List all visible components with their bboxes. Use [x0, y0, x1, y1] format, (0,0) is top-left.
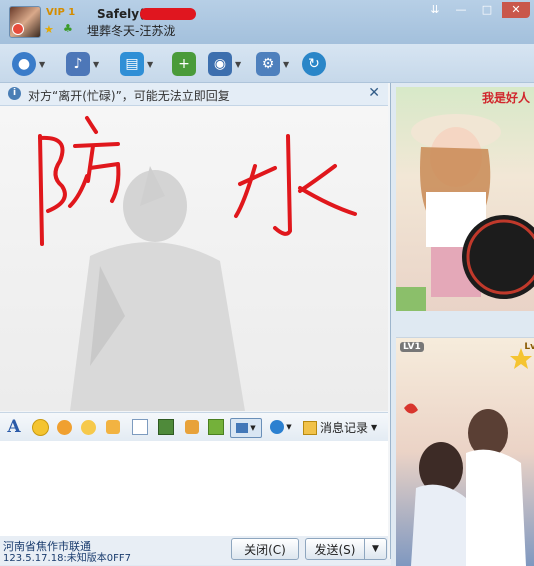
- app-icon: ⚙: [256, 52, 280, 76]
- close-chat-button[interactable]: 关闭(C): [231, 538, 299, 560]
- chevron-down-icon: ▼: [371, 423, 378, 432]
- ad-banner-top[interactable]: 我是好人: [396, 87, 534, 311]
- contact-nickname: Safely(: [97, 7, 145, 21]
- voice-call-button[interactable]: ♪ ▼: [66, 51, 99, 77]
- send-button[interactable]: 发送(S): [305, 538, 365, 560]
- message-area[interactable]: [0, 106, 388, 411]
- emoji-icon[interactable]: [31, 418, 49, 436]
- magic-emoji-icon[interactable]: [55, 418, 73, 436]
- shake-icon[interactable]: [79, 418, 97, 436]
- collapse-button[interactable]: ⇊: [424, 2, 446, 18]
- chevron-down-icon[interactable]: ▼: [147, 60, 153, 69]
- video-call-icon: ●: [12, 52, 36, 76]
- create-group-button[interactable]: +: [172, 51, 196, 77]
- chat-window: VIP 1 ★ Safely( ♣ 埋葬冬天-汪苏泷 ⇊ — □ ✕ ● ▼ ♪…: [0, 0, 534, 566]
- share-button[interactable]: ↻: [302, 51, 326, 77]
- microphone-icon: ♪: [66, 52, 90, 76]
- screenshot-button[interactable]: ▼: [230, 418, 262, 438]
- message-input[interactable]: [0, 441, 388, 536]
- away-notice-text: 对方“离开(忙碌)”，可能无法立即回复: [28, 89, 230, 103]
- font-button[interactable]: A: [5, 417, 23, 437]
- doodle-icon[interactable]: [131, 418, 149, 436]
- contact-signature: 埋葬冬天-汪苏泷: [87, 24, 176, 38]
- add-icon: +: [172, 52, 196, 76]
- client-version: 123.5.17.18:未知版本0FF7: [3, 553, 132, 564]
- ad-photo-top: [396, 114, 534, 311]
- sogou-icon: [270, 420, 285, 434]
- send-options-button[interactable]: ▼: [364, 538, 387, 560]
- chevron-down-icon[interactable]: ▼: [93, 60, 99, 69]
- toolbar: ● ▼ ♪ ▼ ▤ ▼ + ◉ ▼ ⚙ ▼ ↻: [0, 44, 534, 83]
- level-star-badge: Lv: [524, 342, 534, 352]
- ad-tagline: 我是好人: [481, 91, 530, 105]
- maximize-button[interactable]: □: [476, 2, 498, 18]
- vip-badge[interactable]: VIP 1: [46, 7, 75, 18]
- busy-status-icon: [12, 23, 24, 35]
- avatar[interactable]: [9, 6, 41, 38]
- sogou-input-button[interactable]: ▼: [267, 418, 295, 436]
- video-call-button[interactable]: ● ▼: [12, 51, 45, 77]
- history-icon: [303, 420, 317, 435]
- ad-banner-bottom[interactable]: LV1 Lv: [396, 337, 534, 566]
- handwriting-drawing: [38, 116, 357, 246]
- side-panel: 我是好人 LV1 Lv: [391, 83, 534, 566]
- chevron-down-icon[interactable]: ▼: [39, 60, 45, 69]
- folder-icon: ▤: [120, 52, 144, 76]
- message-history-button[interactable]: 消息记录 ▼: [303, 419, 377, 436]
- format-toolbar: A ▼ ▼ 消息记录 ▼: [0, 412, 388, 442]
- minimize-button[interactable]: —: [450, 2, 472, 18]
- chevron-down-icon[interactable]: ▼: [235, 60, 241, 69]
- title-bar: VIP 1 ★ Safely( ♣ 埋葬冬天-汪苏泷 ⇊ — □ ✕: [0, 0, 534, 44]
- gift-icon[interactable]: [207, 418, 225, 436]
- close-window-button[interactable]: ✕: [502, 2, 530, 18]
- history-label: 消息记录: [320, 421, 369, 435]
- away-notice: i 对方“离开(忙碌)”，可能无法立即回复 ✕: [0, 83, 388, 106]
- remote-assist-icon: ◉: [208, 52, 232, 76]
- status-bar: 河南省焦作市联通 123.5.17.18:未知版本0FF7 关闭(C) 发送(S…: [0, 536, 388, 564]
- close-notice-icon[interactable]: ✕: [368, 85, 380, 101]
- send-file-button[interactable]: ▤ ▼: [120, 51, 153, 77]
- remote-assist-button[interactable]: ◉ ▼: [208, 51, 241, 77]
- redacted-qq-number: [140, 8, 196, 20]
- info-icon: i: [8, 87, 21, 100]
- image-icon[interactable]: [157, 418, 175, 436]
- star-icon: ★: [44, 23, 54, 36]
- voice-message-icon[interactable]: [104, 418, 122, 436]
- music-icon[interactable]: [183, 418, 201, 436]
- chevron-down-icon[interactable]: ▼: [283, 60, 289, 69]
- ad-photo-bottom: [396, 338, 534, 566]
- apps-button[interactable]: ⚙ ▼: [256, 51, 289, 77]
- level-badge: LV1: [400, 342, 424, 352]
- chat-panel: i 对方“离开(忙碌)”，可能无法立即回复 ✕ A ▼ ▼ 消息记录 ▼ 河南省…: [0, 83, 391, 564]
- screenshot-icon: [236, 423, 249, 433]
- window-controls: ⇊ — □ ✕: [424, 2, 530, 18]
- share-icon: ↻: [302, 52, 326, 76]
- signature-icon: ♣: [63, 22, 73, 35]
